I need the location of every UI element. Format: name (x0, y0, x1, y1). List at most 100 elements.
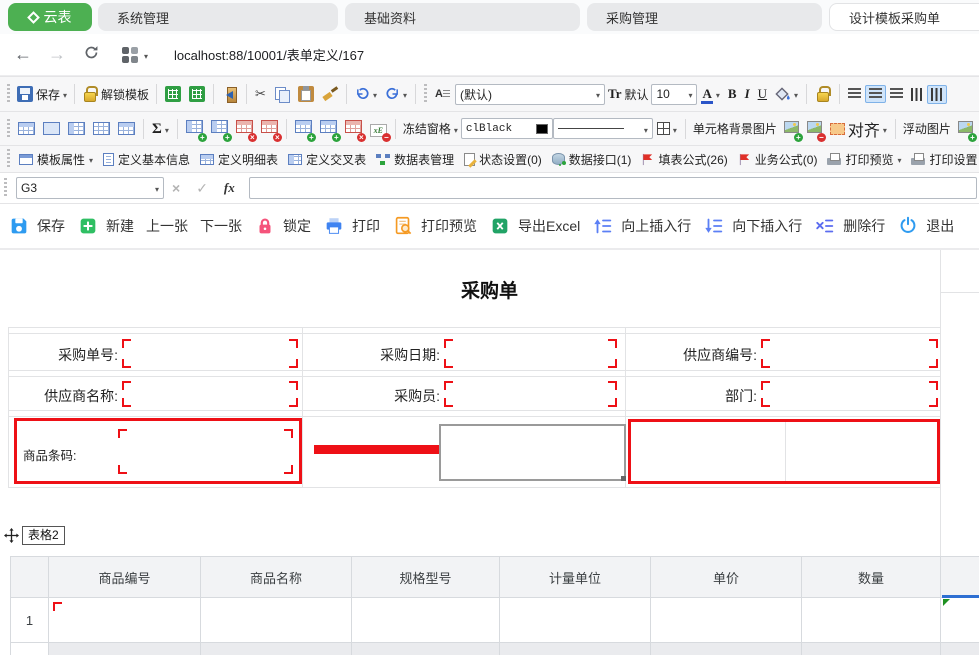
tab-basic-data[interactable]: 基础资料 (345, 3, 580, 31)
tab-purchase-management[interactable]: 采购管理 (587, 3, 822, 31)
action-print-preview-button[interactable]: 打印预览 (392, 215, 477, 237)
action-delete-row-button[interactable]: 删除行 (814, 215, 885, 237)
define-basic-info-button[interactable]: 定义基本信息 (98, 150, 195, 169)
cell-name-box[interactable]: G3 (16, 177, 164, 199)
action-export-excel-button[interactable]: 导出Excel (489, 215, 580, 237)
table-cell[interactable] (500, 598, 651, 643)
back-icon[interactable]: ← (6, 44, 40, 65)
action-previous-button[interactable]: 上一张 (146, 216, 188, 236)
action-insert-row-below-button[interactable]: 向下插入行 (703, 215, 802, 237)
define-detail-table-button[interactable]: 定义明细表 (195, 150, 283, 169)
field-barcode[interactable] (118, 429, 293, 474)
delete-column-button-small[interactable]: × (257, 117, 282, 142)
copy-button[interactable] (270, 83, 294, 105)
table-corner-cell[interactable] (11, 557, 49, 598)
cut-button[interactable]: ✂ (251, 83, 270, 105)
protect-cell-button[interactable] (811, 83, 835, 105)
border-color-select[interactable]: clBlack (460, 118, 553, 139)
column-header[interactable]: 数量 (802, 557, 941, 598)
field-order-date[interactable] (444, 339, 617, 368)
form-design-sheet[interactable]: 采购单 采购单号: 采购日期: 供应商编号: 供应商名称: 采购员: 部门: 商… (0, 250, 979, 655)
exit-template-button[interactable] (218, 83, 242, 105)
action-insert-row-above-button[interactable]: 向上插入行 (592, 215, 691, 237)
detail-table-tab[interactable]: 表格2 (4, 526, 65, 545)
field-supplier-name[interactable] (122, 381, 298, 407)
delete-row-button-small[interactable]: × (232, 117, 257, 142)
undo-button[interactable] (351, 82, 381, 106)
fill-formula-button[interactable]: 填表公式(26) (636, 150, 732, 169)
table-cell[interactable] (802, 643, 941, 655)
apps-caret-icon[interactable] (144, 46, 148, 64)
tab-system-management[interactable]: 系统管理 (98, 3, 338, 31)
toolbar-grip[interactable] (4, 178, 7, 198)
row-number[interactable]: 1 (11, 598, 49, 643)
row-number[interactable]: 2 (11, 643, 49, 655)
merge-rows-button[interactable] (64, 119, 89, 138)
merge-cells-button[interactable] (14, 119, 39, 138)
sum-button[interactable]: Σ (148, 117, 173, 141)
toolbar-grip[interactable] (7, 84, 10, 104)
table-cell[interactable] (201, 643, 352, 655)
paste-button[interactable] (294, 83, 318, 105)
insert-row-below-button[interactable]: + (316, 117, 341, 142)
confirm-icon[interactable]: ✓ (196, 180, 208, 197)
table-cell[interactable] (941, 643, 979, 655)
column-header[interactable]: 商品编号 (49, 557, 201, 598)
detail-table-tab-label[interactable]: 表格2 (22, 526, 65, 545)
forward-icon[interactable]: → (40, 44, 74, 65)
action-lock-button[interactable]: 锁定 (254, 215, 311, 237)
column-header[interactable]: 单价 (651, 557, 802, 598)
format-painter-button[interactable] (318, 83, 342, 105)
action-next-button[interactable]: 下一张 (200, 216, 242, 236)
table-cell[interactable] (802, 598, 941, 643)
italic-button[interactable]: I (741, 84, 754, 104)
action-exit-button[interactable]: 退出 (897, 215, 954, 237)
split-cells-button[interactable] (39, 119, 64, 138)
define-cross-table-button[interactable]: 定义交叉表 (283, 150, 371, 169)
fill-color-button[interactable] (771, 82, 802, 106)
table-cell[interactable] (49, 598, 201, 643)
table-cell[interactable] (201, 598, 352, 643)
status-settings-button[interactable]: 状态设置(0) (459, 150, 547, 169)
fx-icon[interactable]: fx (224, 180, 235, 196)
selected-cell-g3[interactable] (439, 424, 626, 481)
column-header[interactable]: 规格型号 (352, 557, 500, 598)
formula-input[interactable] (248, 177, 977, 199)
import-excel-button[interactable] (161, 83, 185, 105)
brand-tab[interactable]: 云表 (8, 3, 92, 31)
align-right-button[interactable] (886, 85, 907, 103)
remove-cell-bg-image-button[interactable]: − (803, 117, 826, 142)
data-table-manage-button[interactable]: 数据表管理 (371, 150, 459, 169)
insert-column-left-button[interactable]: + (182, 117, 207, 142)
column-header[interactable]: 商品名称 (201, 557, 352, 598)
freeze-panes-button[interactable]: 冻结窗格 (400, 118, 461, 139)
default-font-button[interactable]: Tr 默认 (605, 84, 652, 105)
insert-column-right-button[interactable]: + (207, 117, 232, 142)
redo-button[interactable] (381, 82, 411, 106)
font-color-button[interactable]: A (697, 82, 723, 106)
action-print-button[interactable]: 打印 (323, 215, 380, 237)
column-header[interactable]: 计量单位 (500, 557, 651, 598)
borders-button[interactable] (653, 117, 681, 141)
field-department[interactable] (761, 381, 938, 407)
refresh-icon[interactable] (74, 44, 108, 66)
save-button[interactable]: 保存 (14, 84, 70, 105)
merge-columns-button[interactable] (89, 119, 114, 138)
table-cell[interactable] (500, 643, 651, 655)
line-style-select[interactable] (552, 118, 653, 139)
delete-cells-button[interactable]: × (341, 117, 366, 142)
font-family-select[interactable]: (默认) (454, 83, 605, 105)
toolbar-grip[interactable] (7, 149, 10, 169)
table-cell[interactable] (49, 643, 201, 655)
unlock-template-button[interactable]: 解锁模板 (79, 84, 152, 105)
apps-grid-icon[interactable] (122, 46, 138, 63)
tab-design-template-active[interactable]: 设计模板采购单 (829, 3, 979, 31)
insert-row-above-button[interactable]: + (291, 117, 316, 142)
align-left-button[interactable] (844, 85, 865, 103)
table-cell[interactable] (352, 598, 500, 643)
detail-table[interactable]: 商品编号 商品名称 规格型号 计量单位 单价 数量 1 2 (10, 556, 979, 655)
template-properties-button[interactable]: 模板属性 (14, 150, 98, 169)
vertical-text-center-button[interactable] (927, 84, 948, 104)
field-order-no[interactable] (122, 339, 298, 368)
business-formula-button[interactable]: 业务公式(0) (733, 150, 823, 169)
